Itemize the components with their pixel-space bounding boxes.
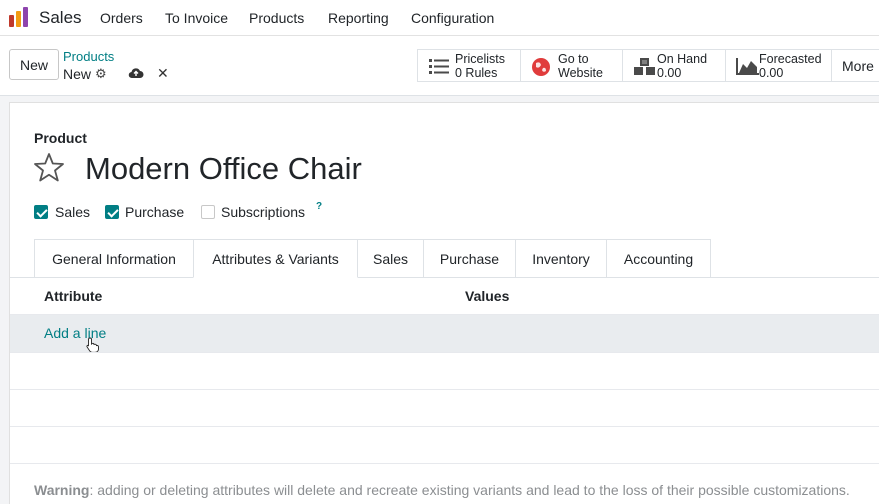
sales-checkbox-label: Sales bbox=[55, 204, 91, 220]
discard-icon[interactable]: ✕ bbox=[157, 65, 169, 82]
breadcrumb-products[interactable]: Products bbox=[63, 49, 114, 64]
subscriptions-checkbox[interactable] bbox=[201, 205, 215, 219]
on-hand-button[interactable]: On Hand 0.00 bbox=[622, 49, 726, 82]
sales-checkbox[interactable] bbox=[34, 205, 48, 219]
warning-text: : adding or deleting attributes will del… bbox=[89, 482, 850, 498]
menu-to-invoice[interactable]: To Invoice bbox=[165, 10, 228, 26]
menu-reporting[interactable]: Reporting bbox=[328, 10, 389, 26]
variants-warning: Warning: adding or deleting attributes w… bbox=[34, 482, 850, 498]
form-sheet: Product Modern Office Chair Sales Purcha… bbox=[9, 102, 879, 504]
app-name[interactable]: Sales bbox=[39, 8, 82, 28]
column-header-attribute[interactable]: Attribute bbox=[44, 288, 102, 304]
breadcrumb-current: New bbox=[63, 66, 92, 82]
tab-attributes-variants[interactable]: Attributes & Variants bbox=[193, 239, 358, 278]
sales-app-icon[interactable] bbox=[8, 6, 30, 28]
purchase-checkbox[interactable] bbox=[105, 205, 119, 219]
menu-products[interactable]: Products bbox=[249, 10, 304, 26]
product-label: Product bbox=[34, 130, 87, 146]
table-row-divider bbox=[10, 463, 879, 464]
column-header-values[interactable]: Values bbox=[465, 288, 509, 304]
table-row-divider bbox=[10, 352, 879, 353]
tab-purchase[interactable]: Purchase bbox=[423, 239, 516, 278]
add-line-row[interactable]: Add a line bbox=[10, 315, 879, 353]
menu-orders[interactable]: Orders bbox=[100, 10, 143, 26]
tab-general-information[interactable]: General Information bbox=[34, 239, 194, 278]
cloud-upload-icon[interactable] bbox=[128, 67, 144, 79]
hand-cursor-icon bbox=[86, 337, 99, 353]
new-button[interactable]: New bbox=[9, 49, 59, 80]
gear-icon[interactable]: ⚙ bbox=[95, 66, 107, 82]
go-to-website-button[interactable]: Go to Website bbox=[520, 49, 623, 82]
control-panel: New Products New ⚙ ✕ Pricelists 0 Rules … bbox=[0, 36, 879, 96]
globe-icon bbox=[532, 58, 550, 76]
tab-inventory[interactable]: Inventory bbox=[515, 239, 607, 278]
table-row-divider bbox=[10, 426, 879, 427]
star-icon[interactable] bbox=[33, 152, 65, 183]
cubes-icon bbox=[634, 58, 655, 75]
menu-configuration[interactable]: Configuration bbox=[411, 10, 494, 26]
tab-accounting[interactable]: Accounting bbox=[606, 239, 711, 278]
warning-label: Warning bbox=[34, 482, 90, 498]
area-chart-icon bbox=[736, 58, 759, 75]
subscriptions-checkbox-label: Subscriptions bbox=[221, 204, 306, 220]
list-icon bbox=[429, 59, 449, 74]
pricelists-button[interactable]: Pricelists 0 Rules bbox=[417, 49, 521, 82]
purchase-checkbox-label: Purchase bbox=[125, 204, 185, 220]
more-button[interactable]: More bbox=[831, 49, 879, 82]
help-icon[interactable]: ? bbox=[316, 201, 322, 212]
product-name-field[interactable]: Modern Office Chair bbox=[85, 151, 362, 187]
table-row-divider bbox=[10, 389, 879, 390]
top-navbar: Sales Orders To Invoice Products Reporti… bbox=[0, 0, 879, 36]
forecasted-button[interactable]: Forecasted 0.00 bbox=[725, 49, 832, 82]
tab-sales[interactable]: Sales bbox=[357, 239, 424, 278]
